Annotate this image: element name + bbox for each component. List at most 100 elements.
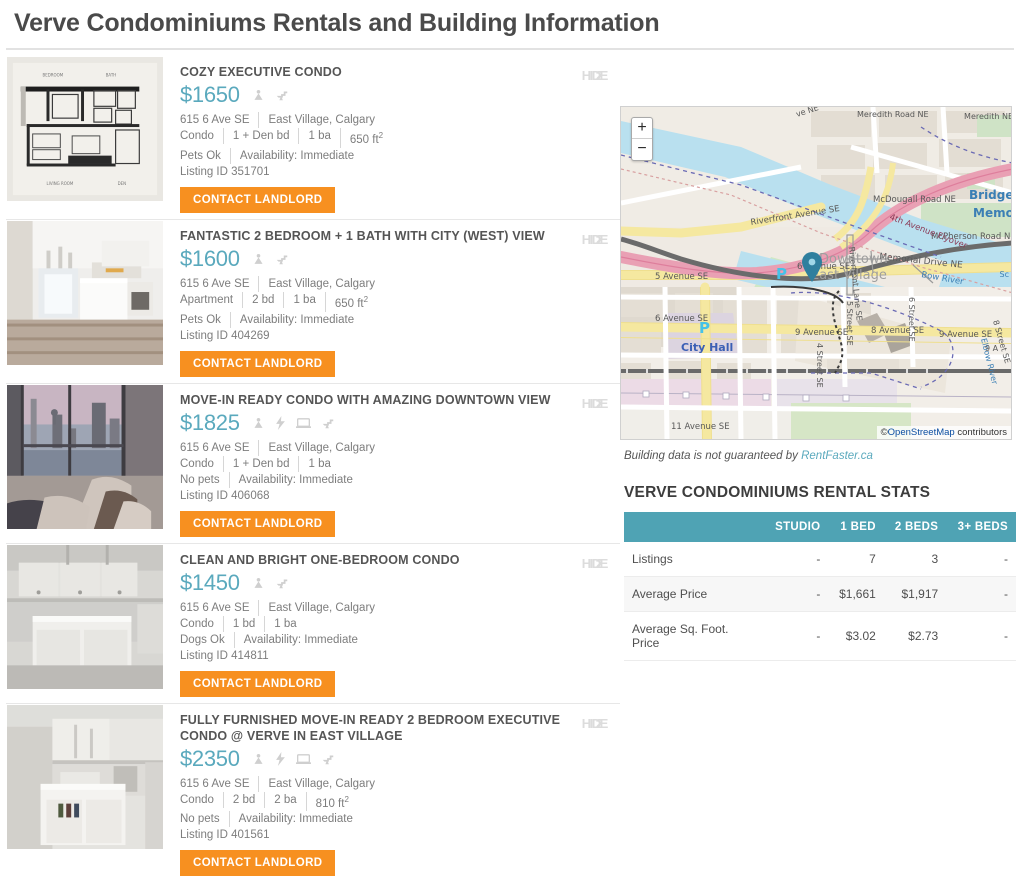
listing-price: $1600 <box>180 245 240 271</box>
svg-text:P: P <box>776 265 787 283</box>
water-icon <box>322 419 333 428</box>
water-icon <box>276 255 287 265</box>
hide-label: HIDE <box>581 68 609 83</box>
water-icon <box>276 91 287 101</box>
zoom-in-button[interactable]: + <box>632 118 652 139</box>
hide-label: HIDE <box>581 555 609 571</box>
svg-text:4 Street SE: 4 Street SE <box>815 343 824 388</box>
svg-text:McDougall Road NE: McDougall Road NE <box>873 195 956 205</box>
listing-meta: 615 6 Ave SE East Village, Calgary Condo… <box>180 112 620 180</box>
svg-text:Meredith Road NE: Meredith Road NE <box>857 110 929 119</box>
listing-type: Condo <box>180 793 214 806</box>
listing-pets: Pets Ok <box>180 149 221 162</box>
listing-baths: 1 ba <box>264 615 305 632</box>
listing-title[interactable]: MOVE-IN READY CONDO WITH AMAZING DOWNTOW… <box>180 392 580 408</box>
stats-col-blank <box>624 512 764 542</box>
rentfaster-link[interactable]: RentFaster.ca <box>801 450 873 462</box>
listing-row[interactable]: CLEAN AND BRIGHT ONE-BEDROOM CONDO $1450… <box>6 543 620 704</box>
svg-text:Meredith NE: Meredith NE <box>964 112 1012 121</box>
svg-text:Bridgel: Bridgel <box>969 188 1012 202</box>
listing-thumbnail[interactable] <box>6 543 164 690</box>
listing-neighbourhood: East Village, Calgary <box>258 112 384 128</box>
meta-address-line: 615 6 Ave SE East Village, Calgary <box>180 599 620 616</box>
hide-listing-button[interactable]: HIDE2 <box>582 68 609 83</box>
stats-row-label: Average Price <box>624 576 764 612</box>
meta-specs-line: Condo 1 + Den bd 1 ba <box>180 455 620 472</box>
stats-cell-studio: - <box>764 542 829 577</box>
listing-availability: Availability: Immediate <box>228 471 362 488</box>
listing-thumbnail[interactable] <box>6 383 164 530</box>
svg-text:5 Avenue SE: 5 Avenue SE <box>655 272 708 282</box>
listing-availability: Availability: Immediate <box>233 631 367 648</box>
listing-baths: 1 ba <box>283 291 324 308</box>
listing-availability: Availability: Immediate <box>228 811 362 828</box>
meta-pets-line: Pets Ok Availability: Immediate <box>180 311 620 328</box>
listing-row[interactable]: FULLY FURNISHED MOVE-IN READY 2 BEDROOM … <box>6 703 620 882</box>
listing-thumbnail[interactable] <box>6 219 164 366</box>
map-zoom-controls[interactable]: + − <box>631 117 653 161</box>
listing-address: 615 6 Ave SE <box>180 441 250 454</box>
amenity-icons <box>252 252 289 266</box>
listing-price: $2350 <box>180 745 240 771</box>
hide-listing-button[interactable]: HIDE2 <box>582 716 609 731</box>
floorplan-image: BEDROOM BATH LIVING ROOM DEN <box>7 57 163 201</box>
contact-landlord-button[interactable]: CONTACT LANDLORD <box>180 670 336 697</box>
listing-title[interactable]: COZY EXECUTIVE CONDO <box>180 64 580 80</box>
contact-landlord-button[interactable]: CONTACT LANDLORD <box>180 350 336 377</box>
listing-pets: No pets <box>180 813 220 826</box>
osm-map-canvas: ve NE Meredith Road NE Meredith NE McDou… <box>621 107 1012 439</box>
svg-text:11 Avenue SE: 11 Avenue SE <box>671 422 730 432</box>
map-widget[interactable]: ve NE Meredith Road NE Meredith NE McDou… <box>620 106 1012 440</box>
hide-overlap: 2 <box>595 231 603 247</box>
svg-text:9 Avenue SE: 9 Avenue SE <box>939 330 992 340</box>
svg-text:East Village: East Village <box>811 268 887 283</box>
listing-type: Apartment <box>180 293 234 306</box>
listing-baths: 1 ba <box>298 128 339 144</box>
hide-listing-button[interactable]: HIDE2 <box>582 231 609 247</box>
zoom-out-button[interactable]: − <box>632 139 652 160</box>
pet-icon <box>254 417 263 428</box>
svg-text:DEN: DEN <box>118 181 127 186</box>
sidebar-column: ve NE Meredith Road NE Meredith NE McDou… <box>620 50 1018 661</box>
listing-baths: 2 ba <box>264 791 305 808</box>
listing-price: $1450 <box>180 569 240 595</box>
listing-meta: 615 6 Ave SE East Village, Calgary Condo… <box>180 439 620 504</box>
amenity-icons <box>252 415 335 430</box>
openstreetmap-link[interactable]: OpenStreetMap <box>888 427 955 438</box>
hide-listing-button[interactable]: HIDE2 <box>582 396 609 411</box>
contact-landlord-button[interactable]: CONTACT LANDLORD <box>180 186 336 213</box>
page-layout: BEDROOM BATH LIVING ROOM DEN COZY EXECUT… <box>0 50 1024 882</box>
internet-icon <box>295 753 311 764</box>
contact-landlord-button[interactable]: CONTACT LANDLORD <box>180 850 336 877</box>
contact-landlord-button[interactable]: CONTACT LANDLORD <box>180 510 336 537</box>
kitchen-white-image <box>7 220 163 365</box>
listing-info: MOVE-IN READY CONDO WITH AMAZING DOWNTOW… <box>164 384 620 537</box>
listing-neighbourhood: East Village, Calgary <box>258 439 384 456</box>
stats-cell-1bed: 7 <box>828 542 884 577</box>
listing-id: Listing ID 406068 <box>180 489 270 502</box>
stats-col-2beds: 2 BEDS <box>883 512 947 542</box>
svg-text:BATH: BATH <box>106 73 116 78</box>
listing-row[interactable]: FANTASTIC 2 BEDROOM + 1 BATH WITH CITY (… <box>6 219 620 384</box>
listing-thumbnail[interactable]: BEDROOM BATH LIVING ROOM DEN <box>6 56 164 202</box>
listing-row[interactable]: MOVE-IN READY CONDO WITH AMAZING DOWNTOW… <box>6 383 620 544</box>
listing-baths: 1 ba <box>298 455 339 472</box>
listing-thumbnail[interactable] <box>6 703 164 850</box>
svg-text:9 Avenue SE: 9 Avenue SE <box>795 328 848 338</box>
hide-overlap: 2 <box>595 68 603 83</box>
hide-listing-button[interactable]: HIDE2 <box>582 556 609 571</box>
listing-availability: Availability: Immediate <box>229 311 363 328</box>
meta-specs-line: Condo 2 bd 2 ba 810 ft2 <box>180 791 620 812</box>
svg-text:P: P <box>699 319 710 337</box>
listing-id: Listing ID 414811 <box>180 649 269 662</box>
hide-label: HIDE <box>581 395 609 411</box>
listing-beds: 1 bd <box>222 615 264 632</box>
listing-id: Listing ID 404269 <box>180 329 270 342</box>
listing-title[interactable]: FANTASTIC 2 BEDROOM + 1 BATH WITH CITY (… <box>180 228 580 244</box>
listing-row[interactable]: BEDROOM BATH LIVING ROOM DEN COZY EXECUT… <box>6 56 620 220</box>
listing-neighbourhood: East Village, Calgary <box>258 275 384 292</box>
listing-title[interactable]: FULLY FURNISHED MOVE-IN READY 2 BEDROOM … <box>180 712 580 744</box>
listing-title[interactable]: CLEAN AND BRIGHT ONE-BEDROOM CONDO <box>180 552 580 568</box>
listing-meta: 615 6 Ave SE East Village, Calgary Apart… <box>180 275 620 344</box>
meta-specs-line: Apartment 2 bd 1 ba 650 ft2 <box>180 291 620 312</box>
